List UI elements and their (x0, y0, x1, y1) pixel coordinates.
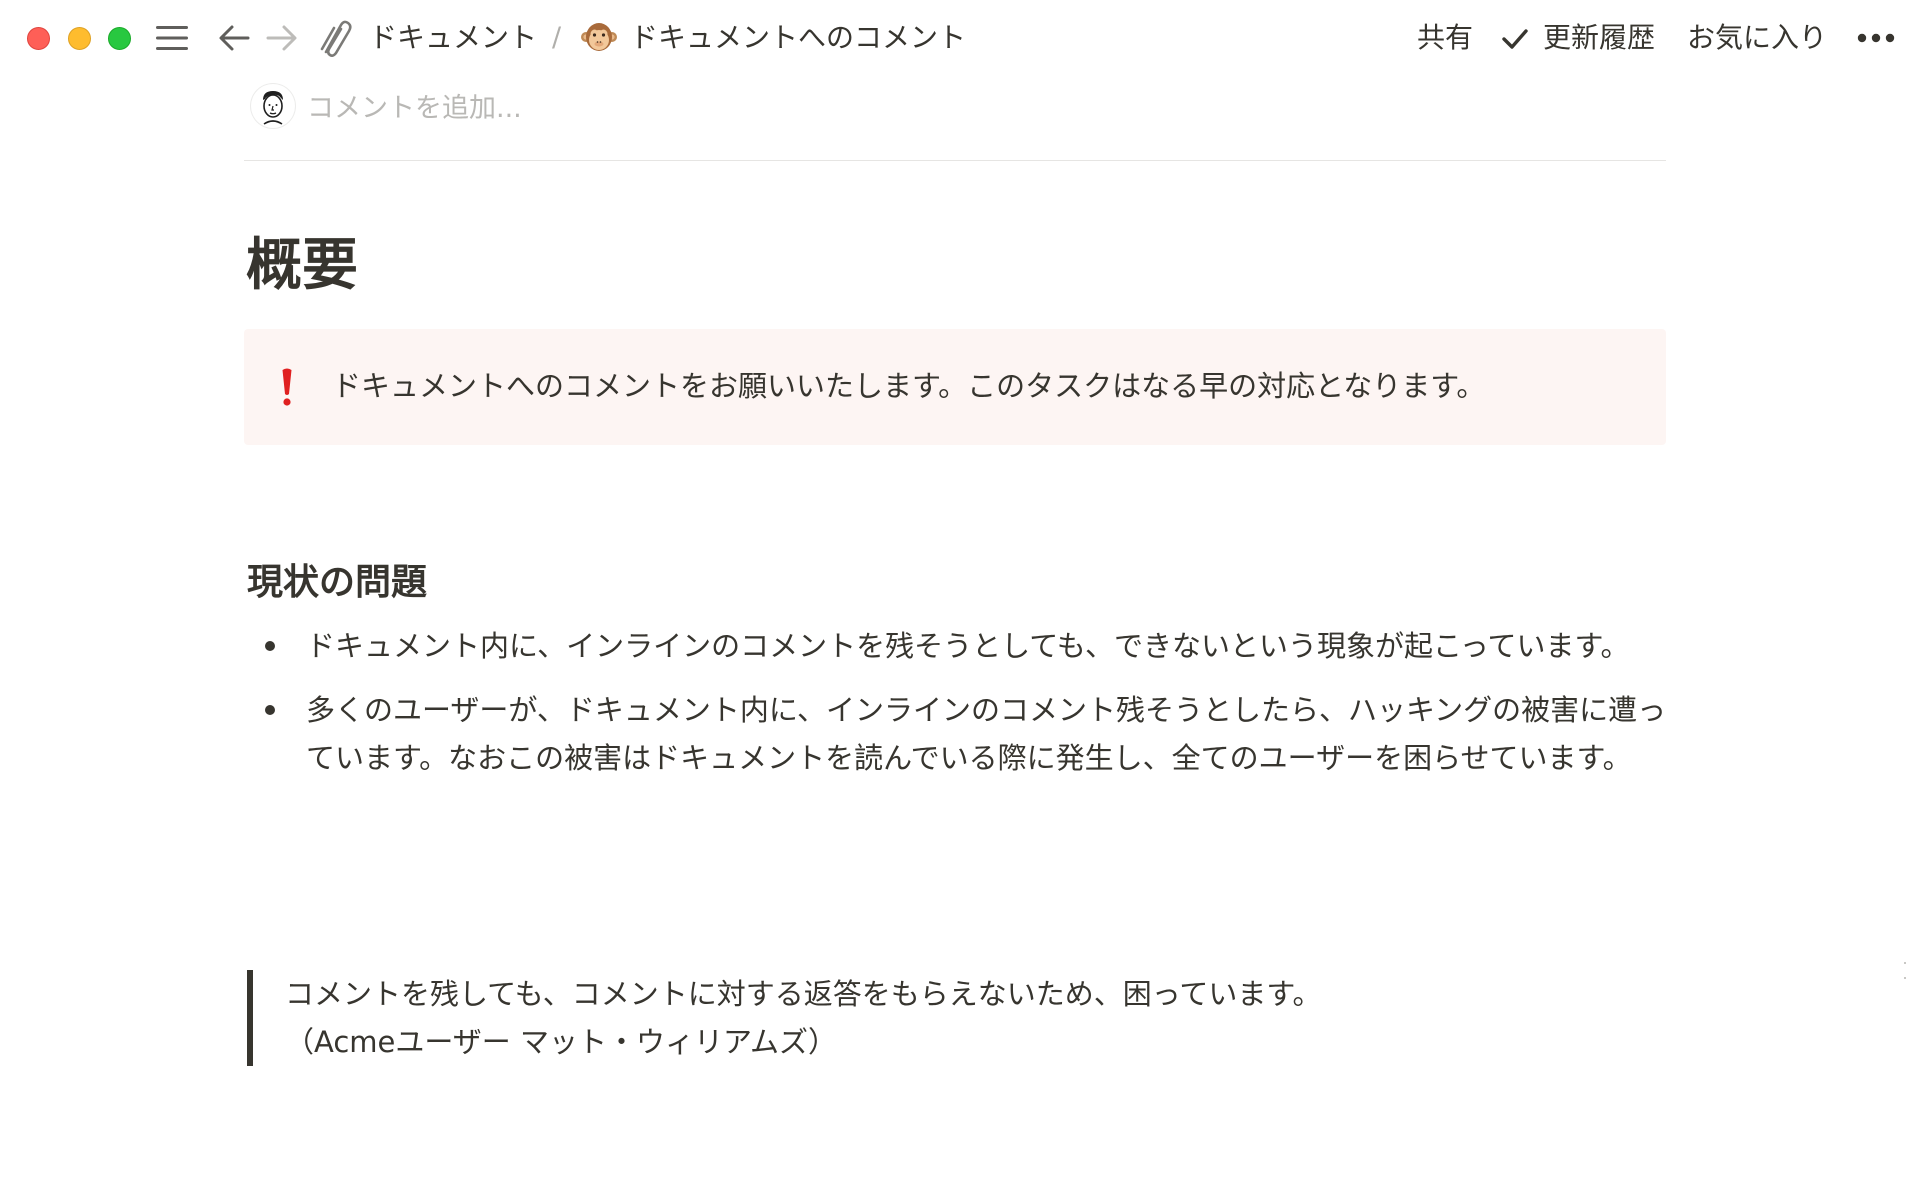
section-heading[interactable]: 現状の問題 (247, 557, 427, 609)
paperclip-icon (316, 18, 356, 58)
arrow-left-icon[interactable] (216, 20, 252, 56)
share-button[interactable]: 共有 (1417, 17, 1473, 59)
list-item-text: ドキュメント内に、インラインのコメントを残そうとしても、できないという現象が起こ… (306, 629, 1630, 663)
updates-button[interactable]: 更新履歴 (1543, 17, 1655, 59)
monkey-face-emoji (581, 19, 617, 55)
favorite-button[interactable]: お気に入り (1687, 17, 1827, 59)
checkmark-icon (1500, 24, 1530, 54)
breadcrumb-separator: / (552, 22, 562, 53)
callout-block[interactable]: ドキュメントへのコメントをお願いいたします。このタスクはなる早の対応となります。 (244, 329, 1666, 445)
avatar (251, 84, 295, 128)
bullet-icon (265, 641, 275, 651)
window-minimize-button[interactable] (68, 27, 91, 50)
more-horizontal-icon[interactable] (1856, 22, 1896, 54)
quote-attribution: （Acmeユーザー マット・ウィリアムズ） (285, 1025, 837, 1059)
bullet-icon (265, 705, 275, 715)
list-item-text: 多くのユーザーが、ドキュメント内に、インラインのコメント残そうとしたら、ハッキン… (306, 693, 1667, 775)
window-close-button[interactable] (27, 27, 50, 50)
menu-icon[interactable] (154, 20, 190, 56)
divider (244, 160, 1666, 161)
list-item[interactable]: ドキュメント内に、インラインのコメントを残そうとしても、できないという現象が起こ… (244, 622, 1668, 670)
breadcrumb-current[interactable]: ドキュメントへのコメント (630, 17, 966, 59)
callout-text: ドキュメントへのコメントをお願いいたします。このタスクはなる早の対応となります。 (332, 369, 1486, 403)
bullet-list: ドキュメント内に、インラインのコメントを残そうとしても、できないという現象が起こ… (244, 622, 1668, 798)
comment-input[interactable] (307, 88, 1207, 128)
scroll-indicator (1904, 962, 1907, 980)
exclamation-icon (280, 367, 294, 407)
page-title[interactable]: 概要 (246, 228, 358, 304)
breadcrumb-parent[interactable]: ドキュメント (369, 17, 537, 59)
quote-block[interactable]: コメントを残しても、コメントに対する返答をもらえないため、困っています。 （Ac… (247, 970, 1685, 1066)
list-item[interactable]: 多くのユーザーが、ドキュメント内に、インラインのコメント残そうとしたら、ハッキン… (244, 686, 1668, 782)
quote-text: コメントを残しても、コメントに対する返答をもらえないため、困っています。 (285, 977, 1322, 1011)
top-bar: ドキュメント / ドキュメントへのコメント 共有 更新履歴 お気に入り (0, 0, 1921, 76)
window-maximize-button[interactable] (108, 27, 131, 50)
arrow-right-icon[interactable] (264, 20, 300, 56)
